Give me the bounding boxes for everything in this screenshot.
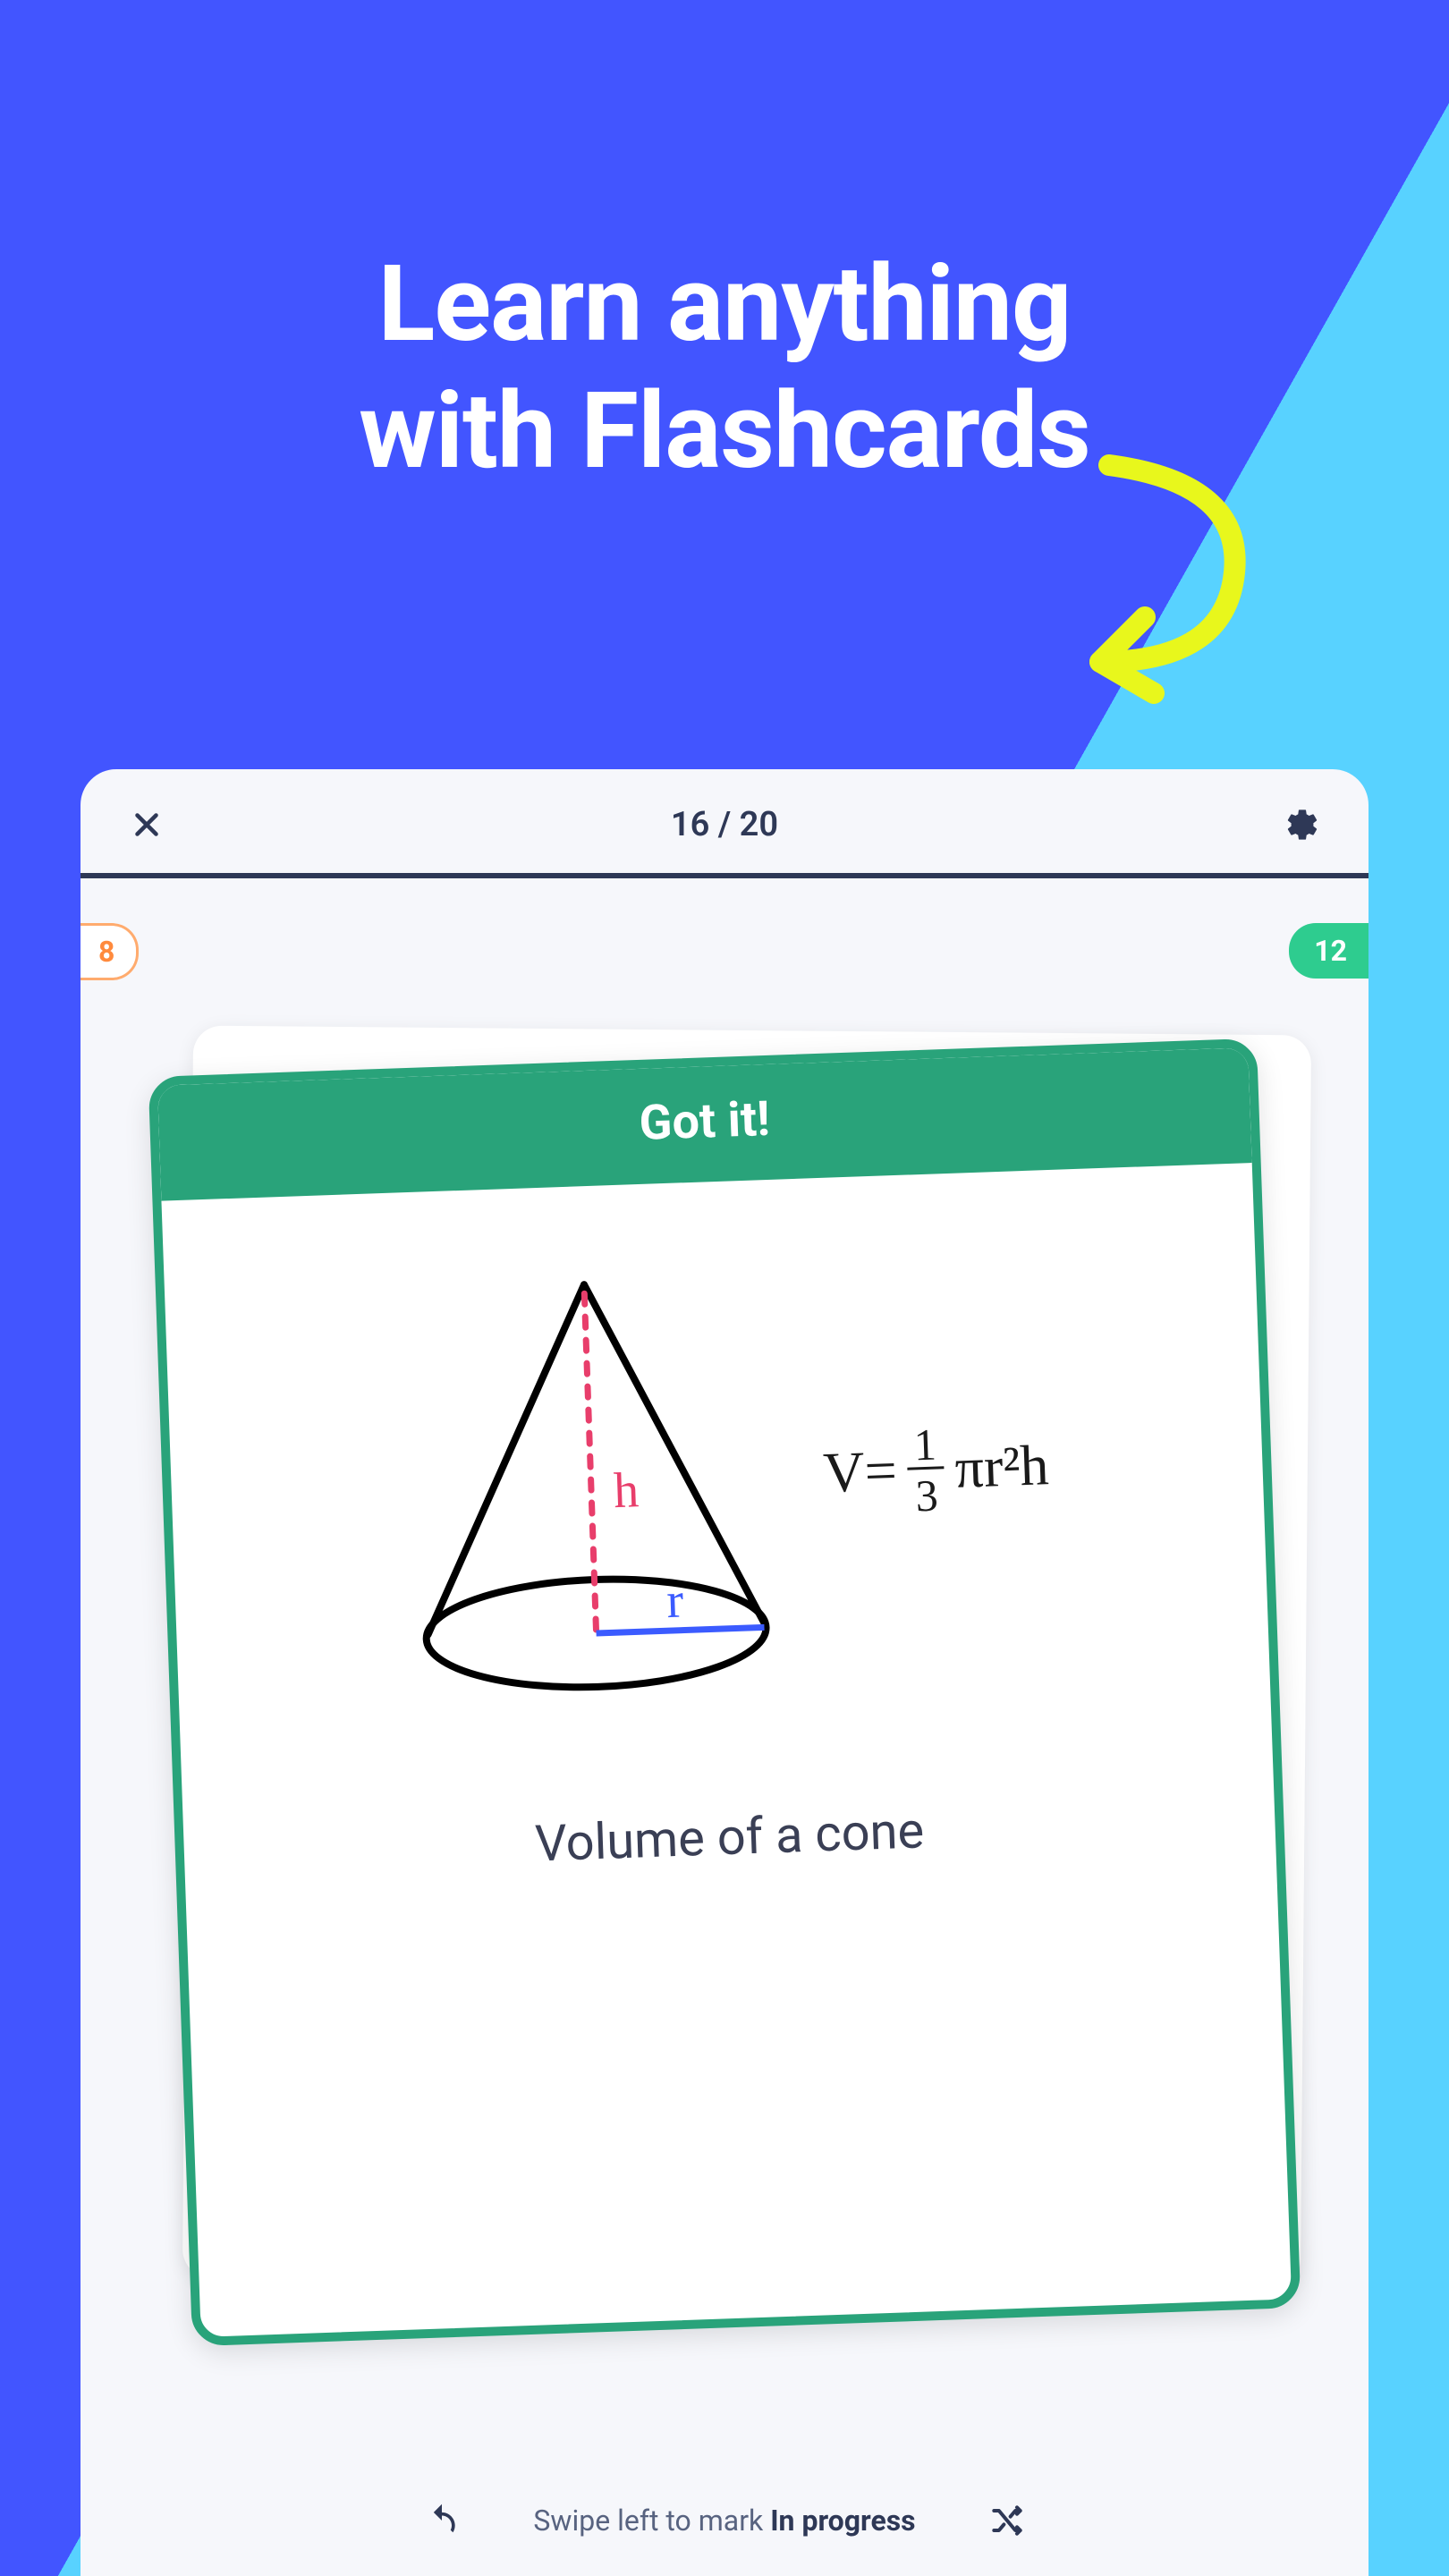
formula-denominator: 3 <box>915 1469 939 1518</box>
settings-button[interactable] <box>1281 803 1324 846</box>
undo-button[interactable] <box>422 2501 462 2540</box>
hero-line-1: Learn anything <box>0 242 1449 369</box>
card-caption: Volume of a cone <box>534 1801 925 1873</box>
undo-icon <box>422 2501 462 2540</box>
close-button[interactable] <box>125 803 168 846</box>
close-icon <box>131 809 163 841</box>
formula-v: V= <box>822 1437 898 1506</box>
shuffle-button[interactable] <box>987 2501 1027 2540</box>
flashcard[interactable]: Got it! h r V= 1 <box>148 1038 1301 2346</box>
gear-icon <box>1284 807 1320 843</box>
formula-fraction: 1 3 <box>906 1421 946 1518</box>
svg-text:r: r <box>665 1573 684 1630</box>
formula: V= 1 3 πr²h <box>822 1418 1051 1521</box>
formula-rest: πr²h <box>953 1432 1049 1502</box>
swipe-instruction: Swipe left to mark In progress <box>533 2504 915 2538</box>
swipe-bold: In progress <box>770 2504 915 2538</box>
shuffle-icon <box>987 2501 1027 2540</box>
cone-diagram-icon: h r <box>377 1250 804 1712</box>
panel-header: 16 / 20 <box>80 769 1368 878</box>
diagram-row: h r V= 1 3 πr²h <box>377 1241 1056 1712</box>
arrow-decoration-icon <box>1038 429 1288 719</box>
in-progress-count-badge: 8 <box>80 923 139 980</box>
flashcard-app-panel: 16 / 20 8 12 Got it! h <box>80 769 1368 2576</box>
panel-footer: Swipe left to mark In progress <box>80 2501 1368 2540</box>
hero-title: Learn anything with Flashcards <box>0 0 1449 495</box>
card-body: h r V= 1 3 πr²h Volume of a cone <box>161 1163 1276 1921</box>
svg-text:h: h <box>613 1462 640 1519</box>
got-it-count-badge: 12 <box>1289 923 1368 979</box>
formula-numerator: 1 <box>906 1421 945 1470</box>
card-stack: Got it! h r V= 1 <box>170 1048 1279 2372</box>
progress-counter: 16 / 20 <box>671 805 778 844</box>
score-badges: 8 12 <box>80 905 1368 1013</box>
swipe-prefix: Swipe left to mark <box>533 2504 770 2538</box>
